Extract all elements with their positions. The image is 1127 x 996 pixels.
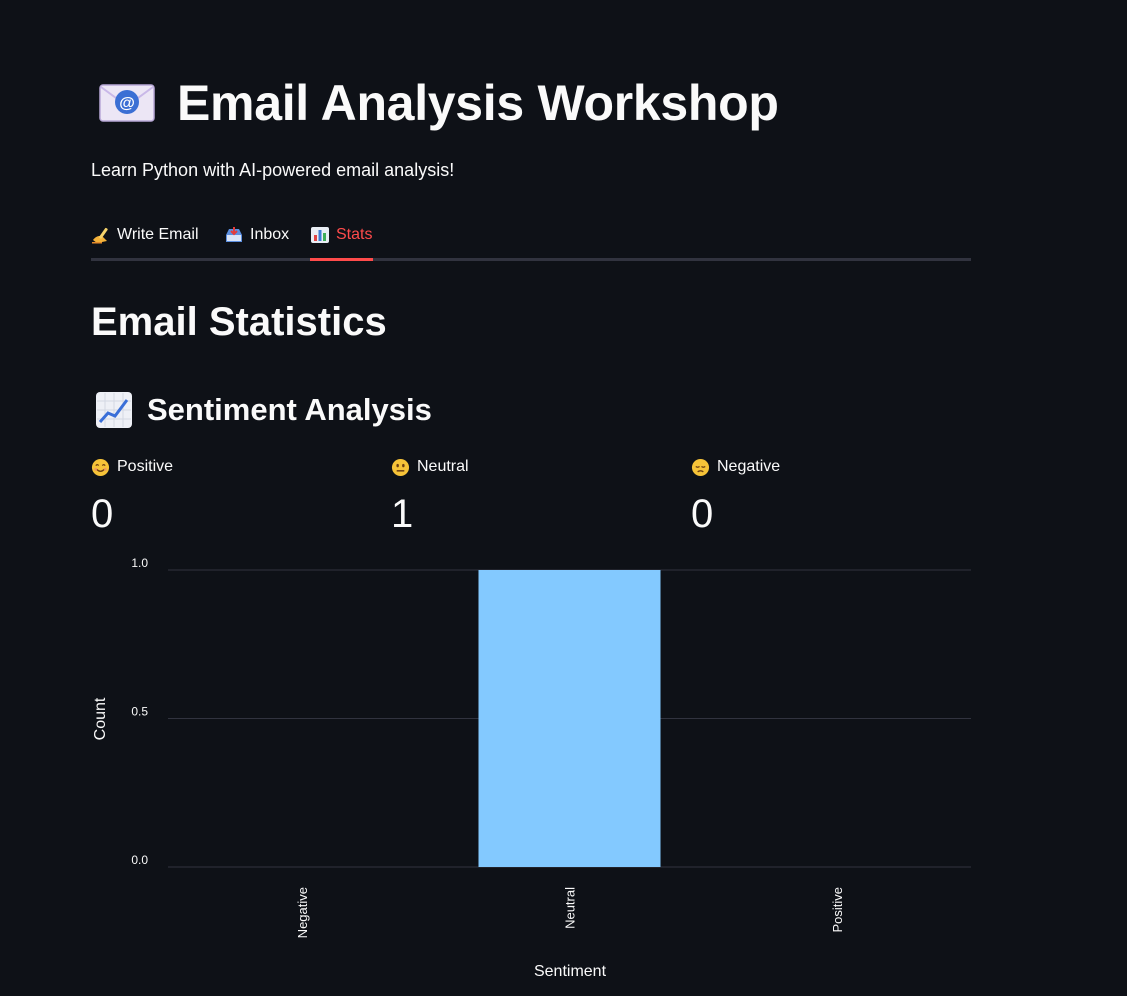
metric-positive-label-row: Positive bbox=[91, 455, 351, 479]
chart-x-ticks: Negative Neutral Positive bbox=[295, 887, 845, 938]
sentiment-bar-chart: 0.00.51.0 Negative Neutral Positive Count … bbox=[92, 556, 971, 980]
metric-neutral-label: Neutral bbox=[417, 458, 469, 475]
subsection-title: Sentiment Analysis bbox=[147, 392, 432, 427]
bar-neutral bbox=[478, 570, 661, 867]
active-tab-indicator bbox=[310, 258, 373, 261]
app-title: Email Analysis Workshop bbox=[177, 75, 779, 131]
tab-write-email-label: Write Email bbox=[117, 226, 199, 243]
metric-neutral-value: 1 bbox=[391, 492, 414, 536]
title-row: @ Email Analysis Workshop bbox=[99, 72, 779, 134]
metric-positive-label: Positive bbox=[117, 458, 174, 475]
tab-stats-label: Stats bbox=[336, 226, 373, 243]
metric-negative-value: 0 bbox=[691, 492, 714, 536]
x-axis-label: Sentiment bbox=[534, 963, 607, 980]
svg-text:@: @ bbox=[119, 95, 135, 112]
x-tick-label: Neutral bbox=[563, 887, 578, 929]
chart-bars bbox=[478, 570, 661, 867]
metric-neutral: Neutral 1 bbox=[391, 455, 651, 537]
inbox-tray-icon bbox=[226, 227, 242, 242]
smiling-face-icon bbox=[91, 458, 110, 476]
x-tick-label: Positive bbox=[830, 887, 845, 933]
tab-inbox-label: Inbox bbox=[250, 226, 290, 243]
metric-positive-value: 0 bbox=[91, 492, 114, 536]
metric-neutral-label-row: Neutral bbox=[391, 455, 651, 479]
tab-inbox[interactable]: Inbox bbox=[224, 212, 289, 258]
tab-stats[interactable]: Stats bbox=[310, 212, 372, 258]
metric-negative-label: Negative bbox=[717, 458, 781, 475]
bar-chart-icon bbox=[311, 227, 329, 243]
subsection-heading: Sentiment Analysis bbox=[95, 388, 432, 432]
metric-positive: Positive 0 bbox=[91, 455, 351, 537]
y-axis-label: Count bbox=[92, 697, 109, 740]
section-title: Email Statistics bbox=[91, 300, 387, 344]
y-tick-label: 1.0 bbox=[131, 556, 148, 570]
metric-negative: Negative 0 bbox=[691, 455, 951, 537]
writing-hand-icon bbox=[92, 227, 108, 244]
pensive-face-icon bbox=[691, 458, 710, 476]
chart-y-ticks: 0.0 0.5 1.0 bbox=[131, 556, 148, 867]
x-tick-label: Negative bbox=[295, 887, 310, 938]
metric-negative-label-row: Negative bbox=[691, 455, 951, 479]
y-tick-label: 0.5 bbox=[131, 705, 148, 719]
tab-write-email[interactable]: Write Email bbox=[91, 212, 199, 258]
email-at-icon: @ bbox=[99, 84, 155, 122]
neutral-face-icon bbox=[391, 458, 410, 476]
chart-increasing-icon bbox=[96, 392, 132, 428]
app-main: @ Email Analysis Workshop Learn Python w… bbox=[91, 0, 971, 996]
tab-bar: Write Email Inbox Stats bbox=[91, 212, 971, 261]
y-tick-label: 0.0 bbox=[131, 853, 148, 867]
app-subtitle: Learn Python with AI-powered email analy… bbox=[91, 160, 455, 180]
